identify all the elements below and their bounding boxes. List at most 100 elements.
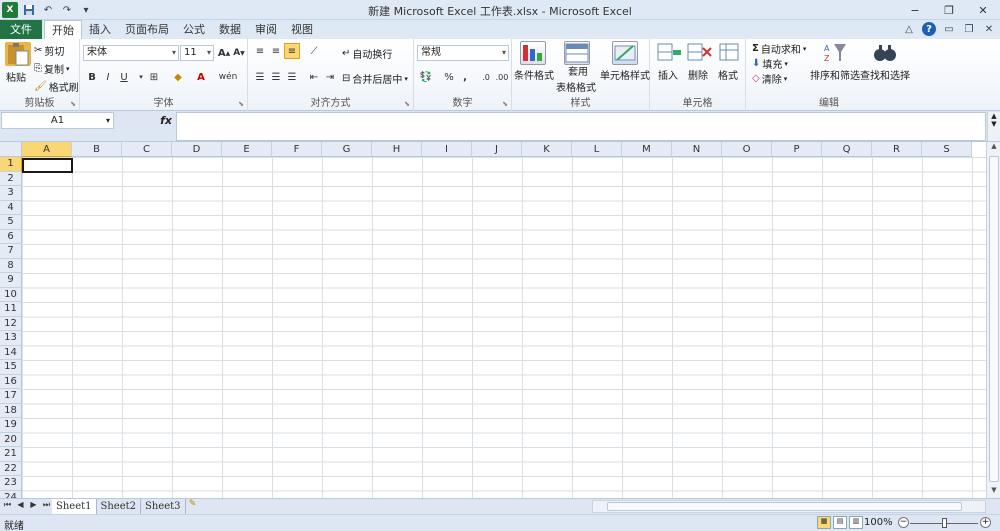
row-header-15[interactable]: 15 xyxy=(0,360,22,375)
insert-cells-icon[interactable] xyxy=(656,41,682,65)
grow-font-icon[interactable]: A ▲ xyxy=(216,45,232,61)
font-size-select[interactable]: 11 ▾ xyxy=(180,45,214,61)
restore-button[interactable]: ❐ xyxy=(932,0,966,20)
column-header-j[interactable]: J xyxy=(472,142,522,157)
insert-function-icon[interactable]: fx xyxy=(116,112,176,129)
row-header-19[interactable]: 19 xyxy=(0,418,22,433)
row-header-14[interactable]: 14 xyxy=(0,345,22,360)
align-top-icon[interactable]: ≡ xyxy=(252,43,268,59)
row-header-21[interactable]: 21 xyxy=(0,447,22,462)
workbook-restore-icon[interactable]: ❐ xyxy=(962,22,976,36)
fill-button[interactable]: ⬇ 填充 ▾ xyxy=(752,56,788,71)
orientation-icon[interactable]: ⟋ xyxy=(306,43,322,59)
align-center-icon[interactable]: ☰ xyxy=(268,69,284,85)
font-color-icon[interactable]: A xyxy=(193,69,209,85)
tab-view[interactable]: 视图 xyxy=(284,20,320,39)
decrease-decimal-icon[interactable]: .00 xyxy=(494,69,510,85)
conditional-format-icon[interactable] xyxy=(520,41,546,65)
column-header-l[interactable]: L xyxy=(572,142,622,157)
dialog-launcher-icon[interactable]: ⬊ xyxy=(502,100,508,108)
cell-area[interactable] xyxy=(22,157,986,498)
increase-decimal-icon[interactable]: .0 xyxy=(478,69,494,85)
scroll-down-icon[interactable]: ▼ xyxy=(987,486,1000,498)
find-select-icon[interactable] xyxy=(872,41,898,65)
delete-cells-icon[interactable] xyxy=(686,41,712,65)
align-middle-icon[interactable]: ≡ xyxy=(268,43,284,59)
paste-icon[interactable] xyxy=(5,42,31,66)
row-header-2[interactable]: 2 xyxy=(0,171,22,186)
formula-expand-scrollbar[interactable]: ▲ ▼ xyxy=(987,112,1000,141)
column-header-m[interactable]: M xyxy=(622,142,672,157)
vertical-scrollbar[interactable]: ▲ ▼ xyxy=(986,142,1000,498)
row-header-5[interactable]: 5 xyxy=(0,215,22,230)
percent-button[interactable]: % xyxy=(441,69,457,85)
column-header-n[interactable]: N xyxy=(672,142,722,157)
minimize-ribbon-icon[interactable]: △ xyxy=(902,22,916,36)
name-box[interactable]: A1 ▾ xyxy=(1,112,114,129)
row-header-10[interactable]: 10 xyxy=(0,287,22,302)
row-header-4[interactable]: 4 xyxy=(0,200,22,215)
dialog-launcher-icon[interactable]: ⬊ xyxy=(404,100,410,108)
zoom-in-icon[interactable]: + xyxy=(980,517,991,528)
table-format-icon[interactable] xyxy=(564,41,590,65)
page-layout-view-icon[interactable]: ▤ xyxy=(833,516,847,529)
sheet-tab-2[interactable]: Sheet2 xyxy=(97,499,142,514)
normal-view-icon[interactable]: ▦ xyxy=(817,516,831,529)
row-header-23[interactable]: 23 xyxy=(0,476,22,491)
cell-styles-button[interactable]: 单元格样式 xyxy=(600,67,650,82)
first-sheet-icon[interactable]: ⏮ xyxy=(2,500,13,513)
cut-button[interactable]: ✂ 剪切 xyxy=(34,43,64,58)
insert-sheet-icon[interactable]: ✎ xyxy=(186,499,200,513)
conditional-format-button[interactable]: 条件格式 xyxy=(514,67,554,82)
row-header-20[interactable]: 20 xyxy=(0,432,22,447)
border-icon[interactable]: ⊞ xyxy=(146,69,162,85)
close-button[interactable]: ✕ xyxy=(966,0,1000,20)
sort-filter-button[interactable]: 排序和筛选 xyxy=(810,67,860,82)
wrap-text-button[interactable]: ↵ 自动换行 xyxy=(342,46,392,61)
font-name-select[interactable]: 宋体 ▾ xyxy=(83,45,179,61)
tab-home[interactable]: 开始 xyxy=(44,20,82,39)
tab-page-layout[interactable]: 页面布局 xyxy=(118,20,176,39)
tab-insert[interactable]: 插入 xyxy=(82,20,118,39)
tab-data[interactable]: 数据 xyxy=(212,20,248,39)
italic-button[interactable]: I xyxy=(100,69,116,85)
find-select-button[interactable]: 查找和选择 xyxy=(860,67,910,82)
row-header-16[interactable]: 16 xyxy=(0,374,22,389)
row-header-12[interactable]: 12 xyxy=(0,316,22,331)
currency-icon[interactable]: 💱 xyxy=(418,69,434,85)
row-header-3[interactable]: 3 xyxy=(0,186,22,201)
column-header-i[interactable]: I xyxy=(422,142,472,157)
scroll-up-icon[interactable]: ▲ xyxy=(987,142,1000,154)
copy-button[interactable]: ⎘ 复制 ▾ xyxy=(34,61,70,76)
paste-button[interactable]: 粘贴 xyxy=(6,69,26,84)
zoom-slider[interactable]: − + xyxy=(898,517,994,529)
insert-button[interactable]: 插入 xyxy=(658,67,678,82)
horizontal-scroll-thumb[interactable] xyxy=(607,502,962,511)
next-sheet-icon[interactable]: ▶ xyxy=(28,500,39,513)
column-header-r[interactable]: R xyxy=(872,142,922,157)
column-header-s[interactable]: S xyxy=(922,142,972,157)
column-header-q[interactable]: Q xyxy=(822,142,872,157)
zoom-out-icon[interactable]: − xyxy=(898,517,909,528)
column-header-g[interactable]: G xyxy=(322,142,372,157)
row-header-9[interactable]: 9 xyxy=(0,273,22,288)
dialog-launcher-icon[interactable]: ⬊ xyxy=(70,100,76,108)
row-header-7[interactable]: 7 xyxy=(0,244,22,259)
row-header-13[interactable]: 13 xyxy=(0,331,22,346)
sort-filter-icon[interactable]: AZ xyxy=(822,41,848,65)
delete-button[interactable]: 删除 xyxy=(688,67,708,82)
row-header-11[interactable]: 11 xyxy=(0,302,22,317)
bold-button[interactable]: B xyxy=(84,69,100,85)
fill-color-icon[interactable]: ◆ xyxy=(170,69,186,85)
increase-indent-icon[interactable]: ⇥ xyxy=(322,69,338,85)
sheet-tab-3[interactable]: Sheet3 xyxy=(141,499,186,514)
row-header-22[interactable]: 22 xyxy=(0,461,22,476)
select-all-button[interactable] xyxy=(0,142,22,157)
zoom-slider-knob[interactable] xyxy=(942,518,947,528)
zoom-level[interactable]: 100% xyxy=(864,517,893,528)
dialog-launcher-icon[interactable]: ⬊ xyxy=(238,100,244,108)
row-header-24[interactable]: 24 xyxy=(0,490,22,498)
help-icon[interactable]: ? xyxy=(922,22,936,36)
align-left-icon[interactable]: ☰ xyxy=(252,69,268,85)
prev-sheet-icon[interactable]: ◀ xyxy=(15,500,26,513)
